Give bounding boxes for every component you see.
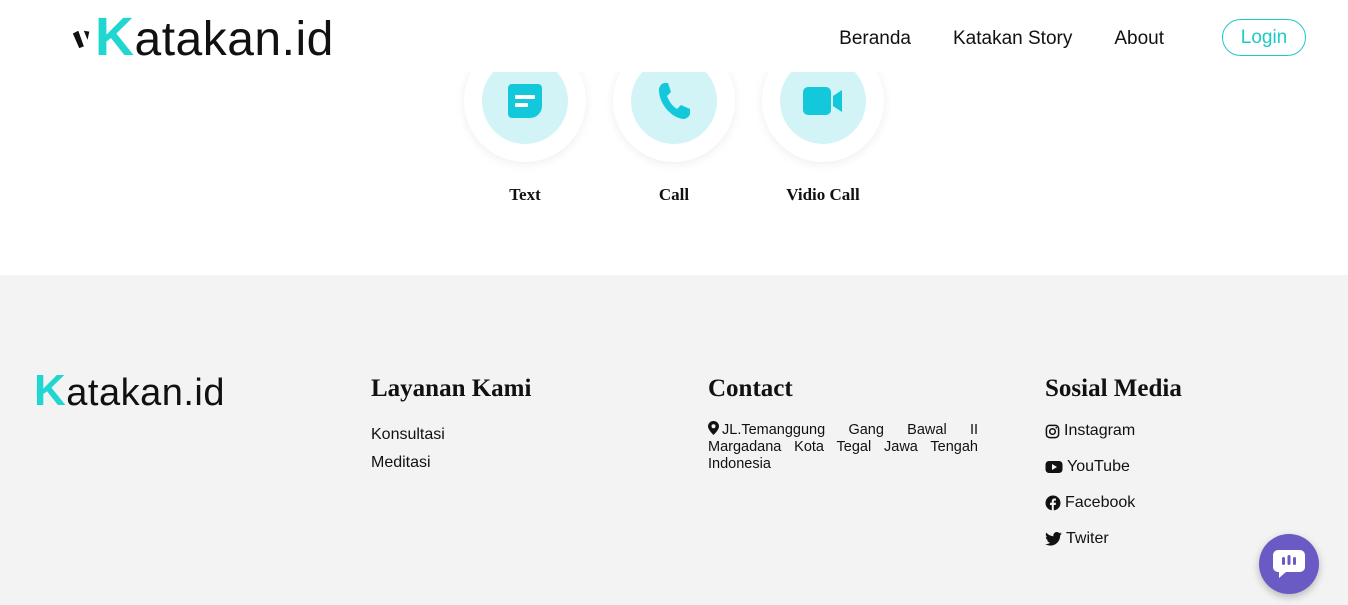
contact-heading: Contact [708,375,793,402]
nav-about[interactable]: About [1114,25,1164,53]
main-nav: Beranda Katakan Story About Login [797,19,1306,56]
page: Text Call Vidio Call Katakan.id Beranda … [0,0,1348,605]
brand-logo-letter: K [95,7,135,67]
video-icon [803,87,842,115]
footer-logo[interactable]: Katakan.id [34,369,225,415]
youtube-icon [1045,461,1063,473]
social-instagram[interactable]: Instagram [1045,421,1182,441]
social-heading: Sosial Media [1045,375,1182,402]
chat-bubble-icon [1273,550,1305,578]
login-button[interactable]: Login [1222,19,1306,56]
instagram-icon [1045,424,1060,438]
social-youtube-label: YouTube [1067,458,1130,475]
service-video-label: Vidio Call [786,185,860,204]
nav-katakan-story[interactable]: Katakan Story [953,25,1072,53]
social-youtube[interactable]: YouTube [1045,457,1182,477]
footer-logo-letter: K [34,366,67,415]
brand-logo[interactable]: Katakan.id [71,6,334,68]
layanan-item-konsultasi[interactable]: Konsultasi [371,421,531,449]
footer: Katakan.id Layanan Kami Konsultasi Medit… [0,275,1348,605]
social-twitter-label: Twiter [1066,530,1109,547]
footer-contact: Contact JL.Temanggung Gang Bawal II Marg… [708,373,978,473]
phone-icon [659,83,690,119]
top-navbar: Katakan.id Beranda Katakan Story About L… [0,0,1348,72]
map-pin-icon [708,421,719,435]
footer-logo-rest: atakan.id [66,372,226,414]
social-facebook-label: Facebook [1065,494,1136,511]
service-text-label: Text [509,185,541,204]
social-facebook[interactable]: Facebook [1045,493,1182,513]
footer-logo-text: Katakan.id [34,369,225,415]
chat-launcher-button[interactable] [1259,534,1319,594]
contact-address: JL.Temanggung Gang Bawal II Margadana Ko… [708,421,978,473]
layanan-item-meditasi[interactable]: Meditasi [371,449,531,477]
brand-logo-rest: atakan.id [134,13,334,66]
logo-mark-icon [72,30,90,49]
footer-layanan: Layanan Kami Konsultasi Meditasi [371,373,531,477]
message-icon [508,84,542,118]
nav-beranda[interactable]: Beranda [839,25,911,53]
service-call-label: Call [658,185,690,204]
brand-logo-text: Katakan.id [95,9,334,68]
facebook-icon [1045,495,1061,511]
social-instagram-label: Instagram [1064,422,1136,439]
contact-address-text: JL.Temanggung Gang Bawal II Margadana Ko… [708,422,978,472]
layanan-heading: Layanan Kami [371,375,532,402]
social-twitter[interactable]: Twiter [1045,529,1182,549]
footer-social: Sosial Media Instagram YouTube Facebook … [1045,373,1182,565]
twitter-icon [1045,532,1062,546]
